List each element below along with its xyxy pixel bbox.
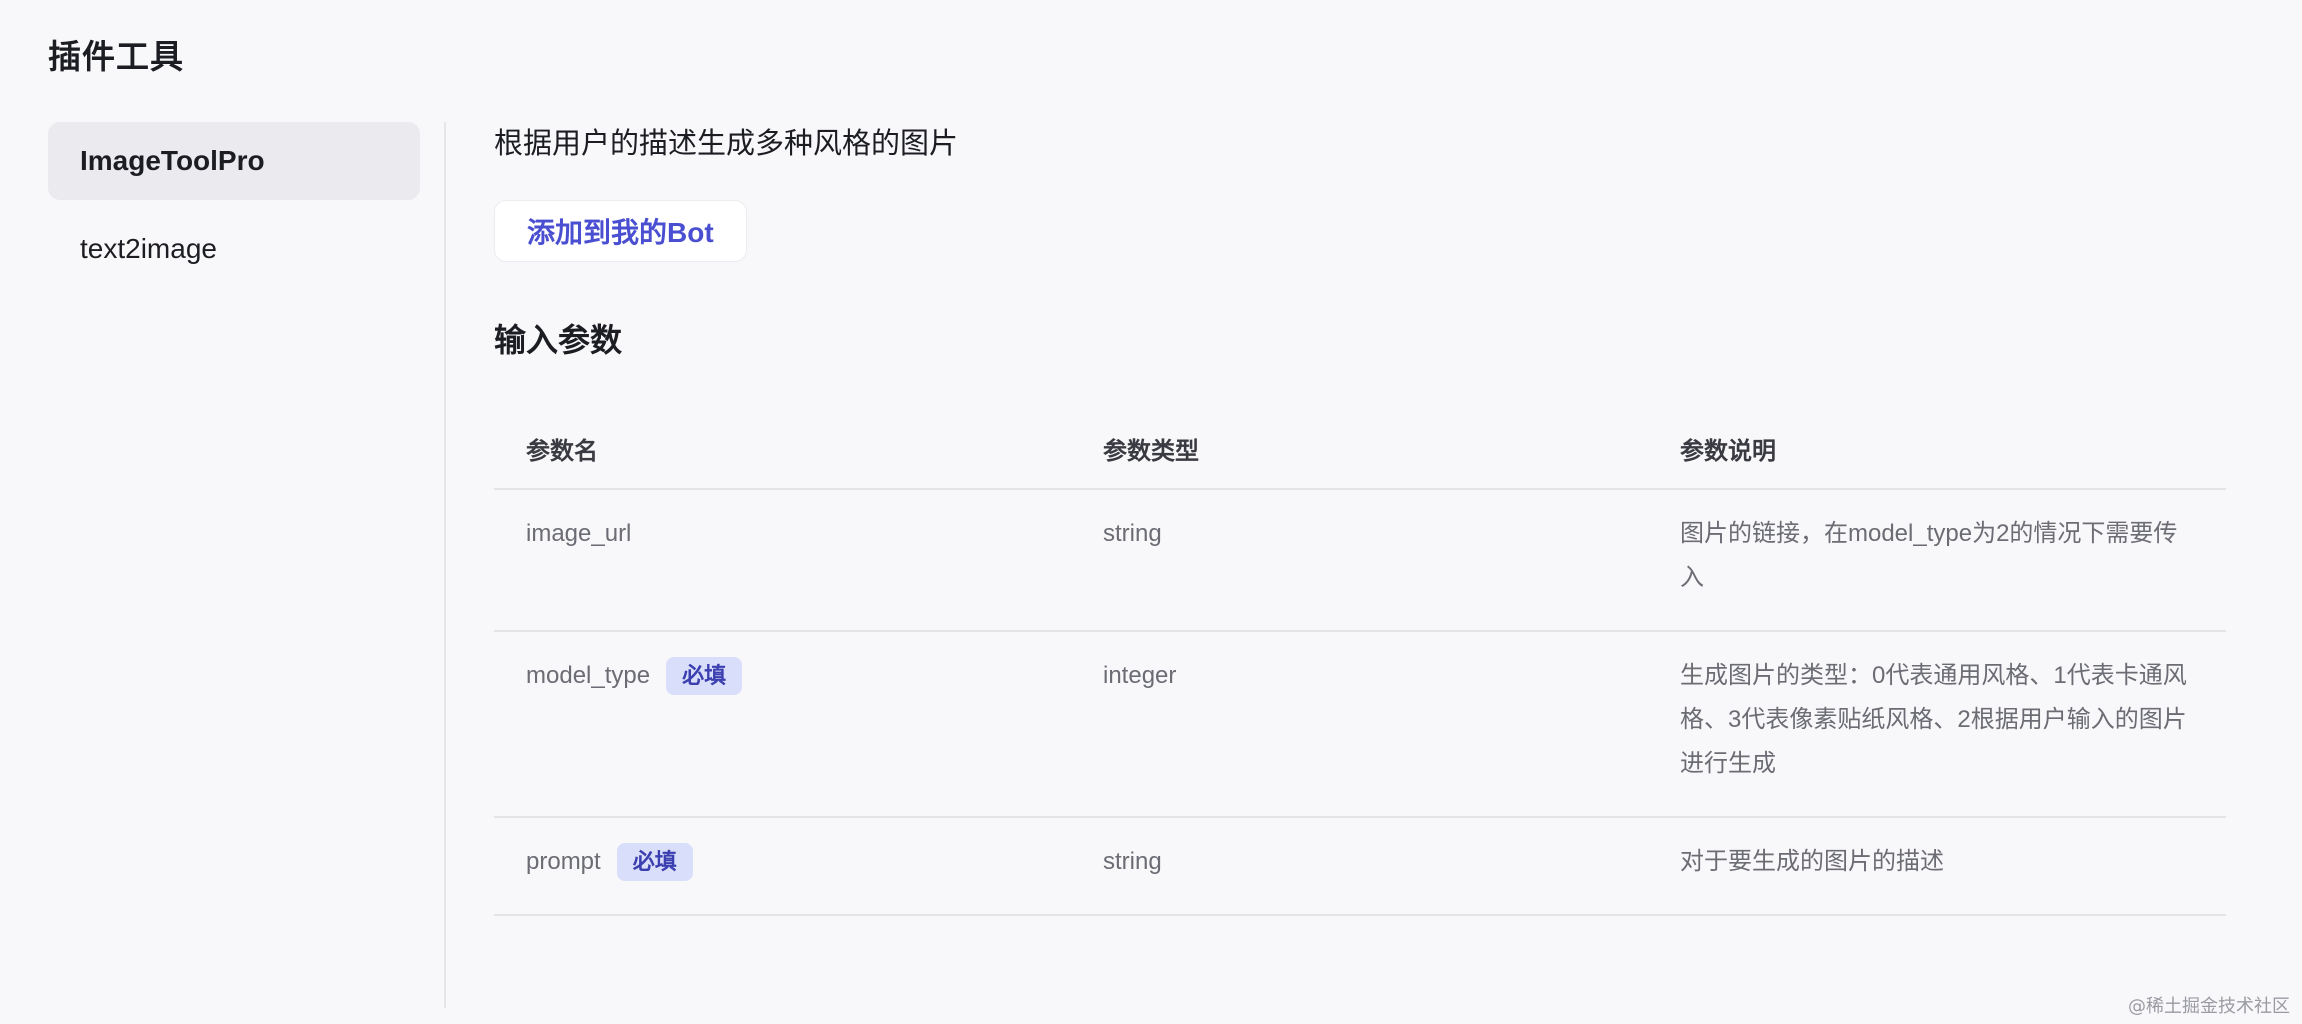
- sidebar-item-label: text2image: [80, 233, 217, 264]
- sidebar-item-text2image[interactable]: text2image: [48, 210, 420, 288]
- param-description: 图片的链接，在model_type为2的情况下需要传入: [1680, 520, 2178, 591]
- header-param-name: 参数名: [526, 437, 598, 465]
- param-description: 生成图片的类型：0代表通用风格、1代表卡通风格、3代表像素贴纸风格、2根据用户输…: [1680, 662, 2187, 777]
- params-table: 参数名 参数类型 参数说明 image_url string 图片的链接，在mo…: [494, 408, 2226, 916]
- table-row: model_type 必填 integer 生成图片的类型：0代表通用风格、1代…: [494, 632, 2226, 818]
- header-param-desc: 参数说明: [1680, 437, 1776, 465]
- param-type: string: [1103, 520, 1162, 547]
- tool-description: 根据用户的描述生成多种风格的图片: [494, 128, 959, 160]
- watermark: @稀土掘金技术社区: [2128, 996, 2290, 1017]
- param-name: prompt: [526, 848, 601, 875]
- header-param-type: 参数类型: [1103, 437, 1199, 465]
- add-to-bot-button[interactable]: 添加到我的Bot: [494, 200, 747, 262]
- param-name: image_url: [526, 520, 632, 547]
- table-row: prompt 必填 string 对于要生成的图片的描述: [494, 818, 2226, 916]
- sidebar: ImageToolPro text2image: [48, 122, 420, 298]
- param-name: model_type: [526, 662, 651, 689]
- param-type: integer: [1103, 662, 1177, 689]
- sidebar-divider: [444, 122, 446, 1008]
- param-description: 对于要生成的图片的描述: [1680, 848, 1944, 875]
- required-badge: 必填: [616, 843, 693, 881]
- required-badge: 必填: [666, 657, 743, 695]
- main-content: 根据用户的描述生成多种风格的图片 添加到我的Bot 输入参数 参数名 参数类型 …: [494, 124, 2226, 916]
- page-title: 插件工具: [48, 38, 184, 75]
- sidebar-item-imagetoolpro[interactable]: ImageToolPro: [48, 122, 420, 200]
- table-row: image_url string 图片的链接，在model_type为2的情况下…: [494, 490, 2226, 632]
- input-params-title: 输入参数: [494, 322, 623, 358]
- param-type: string: [1103, 848, 1162, 875]
- table-header: 参数名 参数类型 参数说明: [494, 408, 2226, 490]
- sidebar-item-label: ImageToolPro: [80, 145, 265, 176]
